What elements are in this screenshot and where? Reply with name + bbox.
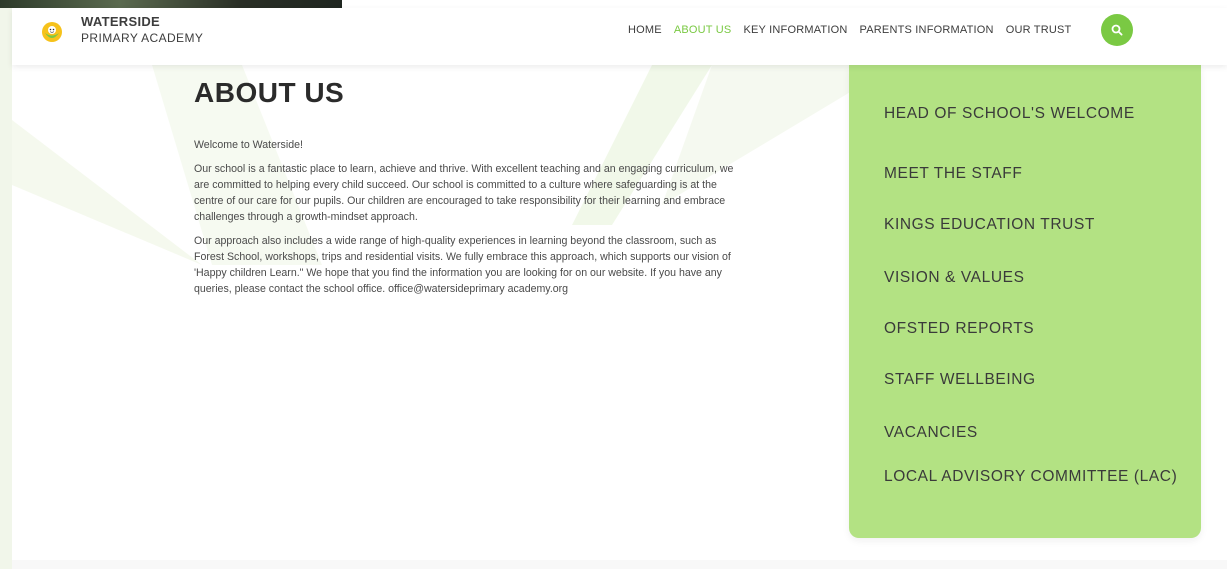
brand-name[interactable]: WATERSIDE [81, 14, 160, 29]
page-title: ABOUT US [194, 77, 345, 108]
main-content: ABOUT US Welcome to Waterside! Our schoo… [194, 76, 739, 305]
main-nav: HOME ABOUT US KEY INFORMATION PARENTS IN… [628, 22, 1071, 38]
search-button[interactable] [1101, 14, 1133, 46]
nav-key-information[interactable]: KEY INFORMATION [743, 24, 847, 36]
side-menu-kings-education-trust[interactable]: KINGS EDUCATION TRUST [884, 217, 1184, 233]
nav-parents-information[interactable]: PARENTS INFORMATION [860, 24, 994, 36]
nav-about-us[interactable]: ABOUT US [674, 24, 732, 36]
side-menu-staff-wellbeing[interactable]: STAFF WELLBEING [884, 372, 1184, 388]
side-menu-local-advisory-committee[interactable]: LOCAL ADVISORY COMMITTEE (LAC) [884, 469, 1184, 485]
header-photo-strip [0, 0, 342, 8]
footer-strip [12, 560, 1227, 569]
site-header: WATERSIDE PRIMARY ACADEMY HOME ABOUT US … [12, 8, 1227, 65]
approach-paragraph: Our approach also includes a wide range … [194, 235, 731, 295]
side-menu-vision-values[interactable]: VISION & VALUES [884, 270, 1184, 286]
welcome-paragraph: Welcome to Waterside! [194, 139, 303, 151]
side-menu-meet-the-staff[interactable]: MEET THE STAFF [884, 166, 1184, 182]
page-edge-background [0, 0, 12, 569]
intro-paragraph: Our school is a fantastic place to learn… [194, 163, 734, 223]
nav-our-trust[interactable]: OUR TRUST [1006, 24, 1072, 36]
search-icon [1111, 24, 1123, 36]
nav-home[interactable]: HOME [628, 24, 662, 36]
side-menu-vacancies[interactable]: VACANCIES [884, 425, 1184, 441]
school-logo-icon[interactable] [41, 21, 63, 43]
side-menu-head-of-school-welcome[interactable]: HEAD OF SCHOOL'S WELCOME [884, 106, 1184, 122]
side-menu-ofsted-reports[interactable]: OFSTED REPORTS [884, 321, 1184, 337]
brand-subtitle[interactable]: PRIMARY ACADEMY [81, 31, 203, 45]
about-side-menu: HEAD OF SCHOOL'S WELCOME MEET THE STAFF … [849, 65, 1201, 538]
